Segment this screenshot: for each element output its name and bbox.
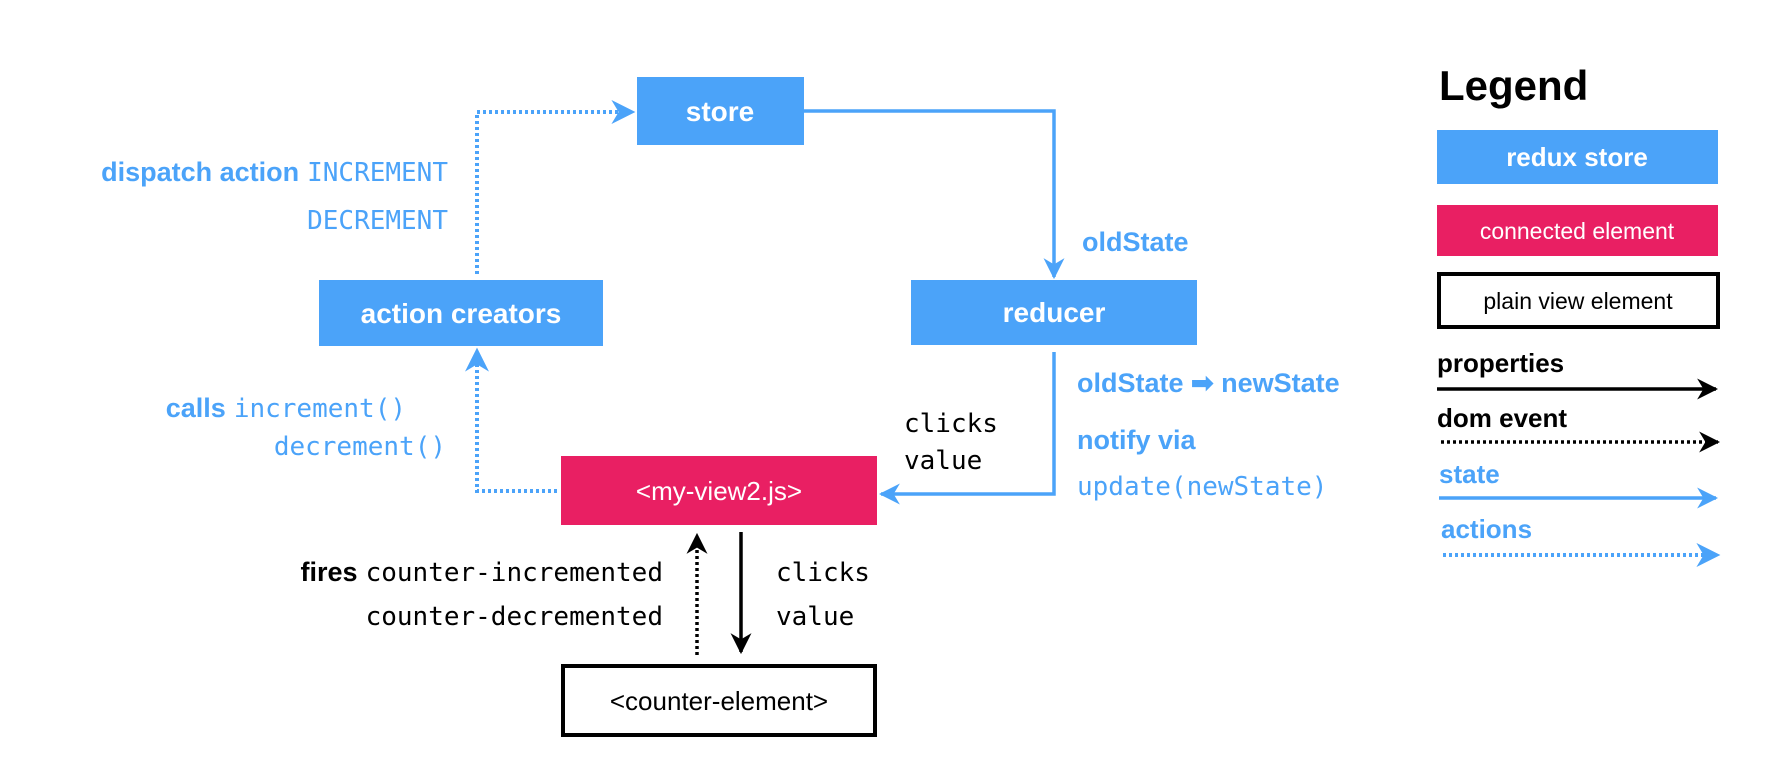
legend-title: Legend <box>1439 62 1588 109</box>
node-label: action creators <box>361 298 562 329</box>
dispatch-code-2: DECREMENT <box>307 206 448 236</box>
old-state-label: oldState <box>1082 227 1189 257</box>
view-prop-clicks: clicks <box>904 409 998 439</box>
node-my-view[interactable]: <my-view2.js> <box>561 456 877 525</box>
notify-code: update(newState) <box>1077 472 1327 502</box>
calls-code-2: decrement() <box>274 432 446 462</box>
node-reducer[interactable]: reducer <box>911 280 1197 345</box>
node-counter-element[interactable]: <counter-element> <box>561 664 877 737</box>
fires-code-2: counter-decremented <box>366 602 663 632</box>
legend-label: redux store <box>1506 142 1648 172</box>
legend-label: actions <box>1441 514 1532 544</box>
actions-arrow-dispatch <box>475 100 636 274</box>
fires-label: fires counter-incremented <box>301 557 663 588</box>
legend-label: connected element <box>1480 218 1675 244</box>
node-label: reducer <box>1003 297 1106 328</box>
legend-label: plain view element <box>1483 288 1673 314</box>
node-label: <my-view2.js> <box>636 476 802 506</box>
legend-label: properties <box>1437 348 1564 378</box>
notify-label: notify via <box>1077 425 1197 455</box>
legend-label: dom event <box>1437 403 1567 433</box>
calls-label: calls increment() <box>166 393 406 424</box>
counter-prop-value: value <box>776 602 854 632</box>
actions-arrow-calls <box>465 347 557 493</box>
node-store[interactable]: store <box>637 77 804 145</box>
legend: Legend redux store connected element pla… <box>1437 62 1721 567</box>
legend-label: state <box>1439 459 1500 489</box>
node-label: store <box>686 96 754 127</box>
counter-prop-clicks: clicks <box>776 558 870 588</box>
state-arrow-store-to-reducer <box>804 109 1065 280</box>
node-action-creators[interactable]: action creators <box>319 280 603 346</box>
dispatch-label: dispatch action INCREMENT <box>101 157 448 188</box>
transform-label: oldState ➡ newState <box>1077 368 1340 398</box>
node-label: <counter-element> <box>610 686 828 716</box>
view-prop-value: value <box>904 446 982 476</box>
redux-flow-diagram: store action creators reducer <my-view2.… <box>101 62 1721 737</box>
